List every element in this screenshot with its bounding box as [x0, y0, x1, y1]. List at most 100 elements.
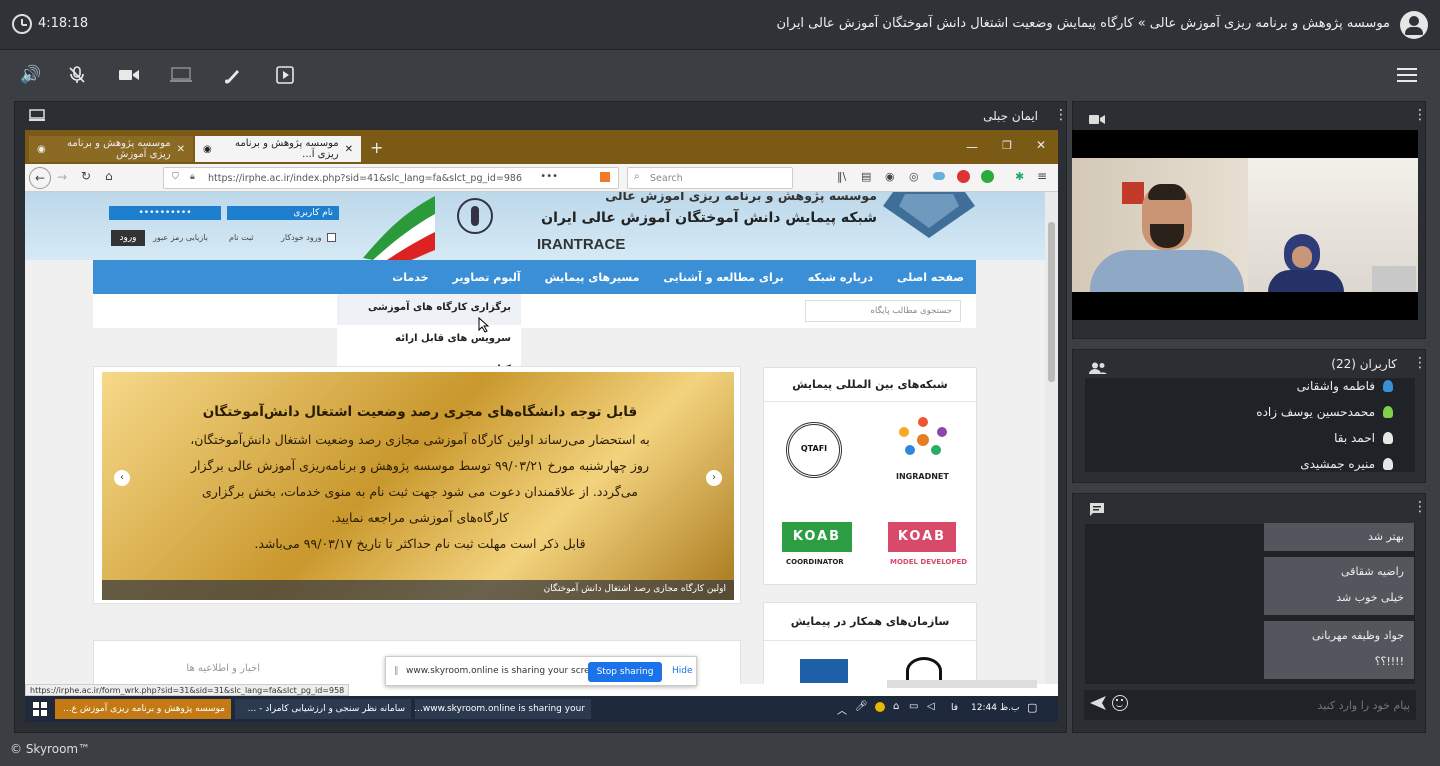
speaker-icon[interactable]: 🔊	[20, 64, 42, 86]
slider-prev-icon[interactable]: ‹	[114, 470, 130, 486]
site-search-input[interactable]: جستجوی مطالب پایگاه	[805, 300, 961, 322]
user-item[interactable]: فاطمه واشقانی	[1297, 378, 1393, 399]
dropdown-item-workshops[interactable]: برگزاری کارگاه های آموزشی	[337, 294, 521, 325]
tray-display-icon[interactable]: ▭	[909, 701, 918, 712]
toolbar	[0, 50, 1440, 100]
presenter-name: ایمان جبلی	[983, 109, 1038, 123]
camera-icon[interactable]	[118, 64, 140, 86]
drag-handle-icon[interactable]: ‖	[394, 666, 399, 676]
forward-icon[interactable]: →	[57, 170, 67, 184]
brand-name: IRANTRACE	[537, 236, 626, 253]
puzzle-icon[interactable]: ✱	[1015, 170, 1024, 183]
remember-me-checkbox[interactable]	[327, 233, 336, 242]
kebab-menu-icon[interactable]: ⋮	[1413, 108, 1427, 124]
account-icon[interactable]: ◉	[885, 170, 895, 183]
adblock-icon[interactable]	[957, 170, 970, 183]
tray-app-icon[interactable]	[875, 702, 885, 712]
home-icon[interactable]: ⌂	[105, 169, 113, 183]
address-bar[interactable]: ⛉ 🔒︎ https://irphe.ac.ir/index.php?sid=4…	[163, 167, 619, 189]
international-networks-box: شبکه‌های بین المللی پیمایش QTAFI INGRADN…	[763, 367, 977, 585]
menu-item-study[interactable]: برای مطالعه و آشنایی	[663, 271, 783, 284]
session-timer: 4:18:18	[38, 16, 89, 31]
tray-clock[interactable]: 12:44 ب.ظ	[971, 703, 1019, 713]
tray-mic-icon[interactable]: 🎤︎	[855, 701, 868, 712]
menu-item-album[interactable]: آلبوم تصاویر	[453, 271, 521, 284]
presentation-play-icon[interactable]	[274, 64, 296, 86]
kebab-menu-icon[interactable]: ⋮	[1054, 108, 1068, 124]
page-scrollbar[interactable]	[1045, 192, 1058, 684]
taskbar-item-sharing[interactable]: www.skyroom.online is sharing your...	[415, 699, 591, 719]
register-link[interactable]: ثبت نام	[229, 233, 254, 242]
hamburger-menu-icon[interactable]	[1396, 64, 1418, 86]
minimize-icon[interactable]: —	[966, 140, 978, 154]
emoji-icon[interactable]	[1112, 695, 1128, 711]
chat-text: بهتر شد	[1367, 530, 1404, 543]
menu-item-home[interactable]: صفحه اصلی	[897, 271, 964, 284]
stop-sharing-button[interactable]: Stop sharing	[588, 662, 662, 682]
video-camera-icon	[1089, 110, 1105, 129]
notification-center-icon[interactable]: ▢	[1027, 701, 1037, 714]
back-icon[interactable]: ←	[29, 167, 51, 189]
browser-search-box[interactable]: ⌕ Search	[627, 167, 793, 189]
user-avatar-icon[interactable]	[1400, 11, 1428, 39]
skyroom-brand: © Skyroom™	[10, 742, 91, 756]
top-bar: 4:18:18 موسسه پژوهش و برنامه ریزی آموزش …	[0, 0, 1440, 50]
slider-line-5: کارگاه‌های آموزشی مراجعه نمایید.	[331, 510, 509, 525]
forgot-password-link[interactable]: بازیابی رمز عبور	[153, 233, 208, 242]
restore-icon[interactable]: ❐	[1002, 139, 1012, 152]
menu-item-survey-paths[interactable]: مسیرهای پیمایش	[545, 271, 640, 284]
user-item[interactable]: منیره جمشیدی	[1300, 451, 1393, 472]
shield-icon: ⛉	[172, 172, 179, 182]
windows-start-icon[interactable]	[33, 702, 47, 716]
kebab-menu-icon[interactable]: ⋮	[1413, 356, 1427, 372]
menu-item-services[interactable]: خدمات	[392, 271, 428, 284]
username-field[interactable]: نام کاربری	[227, 206, 339, 220]
horizontal-scrollbar[interactable]	[887, 680, 1037, 688]
users-panel: کاربران (22) ⋮ فاطمه واشقانی محمدحسین یو…	[1072, 349, 1427, 483]
koab-model-logo[interactable]: KOAB	[888, 522, 956, 552]
user-item[interactable]: احمد بقا	[1334, 425, 1393, 451]
extension-icon[interactable]: ◎	[909, 170, 919, 183]
screen-share-icon[interactable]	[170, 64, 192, 86]
password-field[interactable]: ••••••••••	[109, 206, 221, 220]
login-button[interactable]: ورود	[111, 230, 145, 246]
network-name: شبکه پیمایش دانش آموختگان آموزش عالی ایر…	[541, 210, 877, 226]
tray-up-icon[interactable]: ︿	[837, 702, 847, 717]
taskbar-item-firefox[interactable]: موسسه پژوهش و برنامه ریزی آموزش ع...	[55, 699, 231, 719]
browser-tab-active[interactable]: ✕ موسسه پژوهش و برنامه ریزی آ... ◉	[195, 136, 361, 162]
koab-coordinator-logo[interactable]: KOAB	[782, 522, 852, 552]
tray-volume-icon[interactable]: ◁	[927, 701, 935, 712]
chat-input[interactable]	[1134, 693, 1410, 717]
ingradnet-logo-image[interactable]	[892, 416, 954, 464]
microphone-muted-icon[interactable]	[66, 64, 88, 86]
qtafi-logo[interactable]: QTAFI	[786, 422, 842, 478]
speaker-user-icon	[1383, 406, 1393, 418]
browser-menu-icon[interactable]: ≡	[1037, 169, 1047, 183]
more-dots-icon[interactable]: •••	[540, 171, 558, 182]
tray-network-icon[interactable]: ⌂	[893, 701, 899, 712]
new-tab-icon[interactable]: +	[370, 138, 383, 157]
library-icon[interactable]: ‖\	[837, 170, 846, 183]
whiteboard-brush-icon[interactable]	[222, 64, 244, 86]
hide-button[interactable]: Hide	[672, 666, 693, 676]
taskbar-item-chrome-survey[interactable]: سامانه نظر سنجی و ارزشیابی کامراد - ...	[235, 699, 411, 719]
window-close-icon[interactable]: ✕	[1036, 138, 1046, 152]
browser-tab-inactive[interactable]: ✕ موسسه پژوهش و برنامه ریزی آموزش ◉	[29, 136, 193, 162]
reload-icon[interactable]: ↻	[81, 169, 91, 183]
close-icon[interactable]: ✕	[345, 144, 353, 155]
check-extension-icon[interactable]	[981, 170, 994, 183]
cloud-icon[interactable]	[933, 172, 945, 180]
slider-next-icon[interactable]: ›	[706, 470, 722, 486]
close-icon[interactable]: ✕	[177, 144, 185, 155]
partner-logo-1[interactable]	[800, 659, 848, 683]
rss-icon[interactable]	[600, 172, 610, 182]
tray-language[interactable]: فا	[951, 703, 958, 713]
dropdown-item-services[interactable]: سرویس های قابل ارائه	[337, 325, 521, 356]
kebab-menu-icon[interactable]: ⋮	[1413, 500, 1427, 516]
users-list: فاطمه واشقانی محمدحسین یوسف زاده احمد بق…	[1085, 378, 1415, 472]
reader-icon[interactable]: ▤	[861, 170, 871, 183]
send-icon[interactable]	[1090, 695, 1106, 714]
user-item[interactable]: محمدحسین یوسف زاده	[1256, 399, 1393, 425]
menu-item-about[interactable]: درباره شبکه	[808, 271, 873, 284]
eye-icon: ◉	[37, 143, 46, 155]
